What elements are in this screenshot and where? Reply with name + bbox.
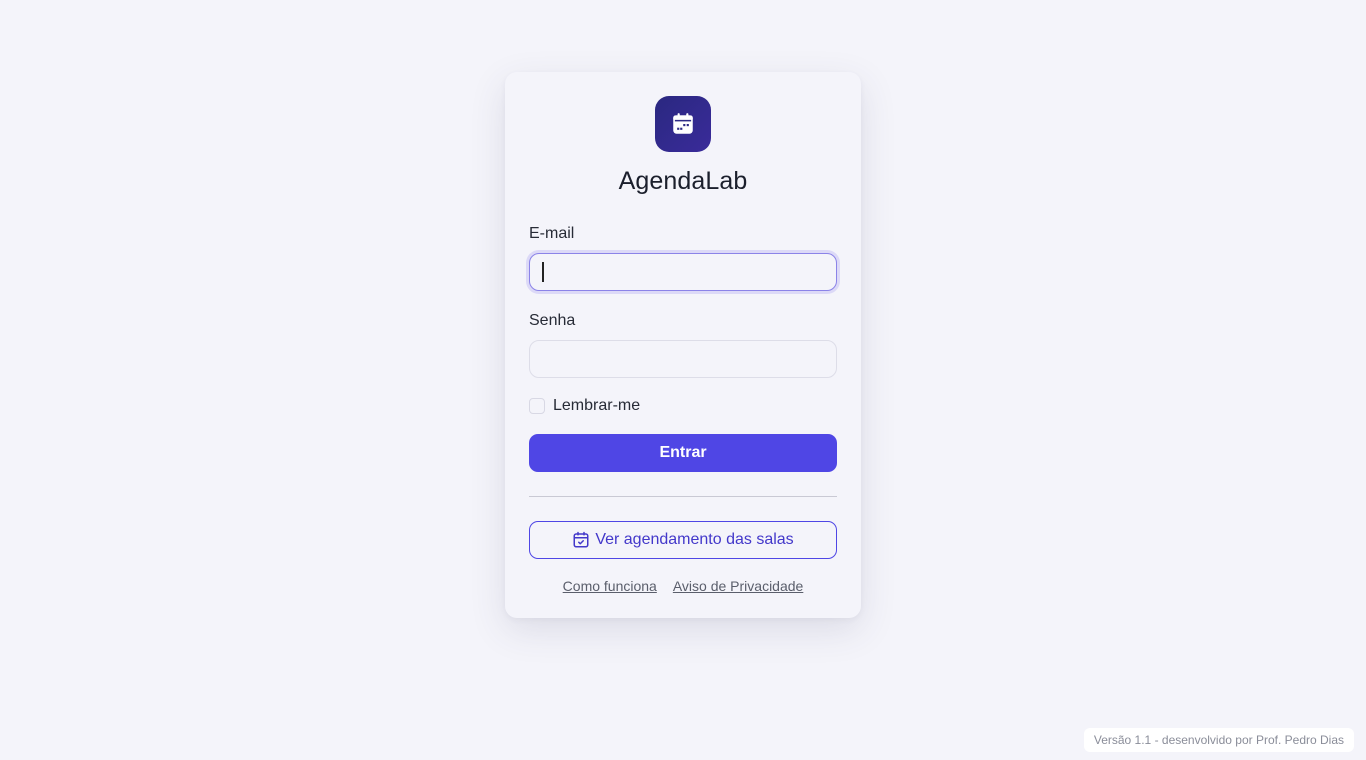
login-button[interactable]: Entrar [529, 434, 837, 472]
email-label: E-mail [529, 225, 575, 242]
app-logo [655, 96, 711, 152]
remember-me-checkbox[interactable] [529, 398, 545, 414]
login-card: AgendaLab E-mail Senha Lembrar-me Entrar… [505, 72, 861, 618]
view-schedule-label: Ver agendamento das salas [595, 531, 794, 548]
privacy-notice-link[interactable]: Aviso de Privacidade [673, 578, 803, 594]
calendar-icon [673, 113, 693, 134]
app-title: AgendaLab [618, 167, 748, 195]
remember-me-row[interactable]: Lembrar-me [529, 397, 837, 415]
footer-links: Como funciona Aviso de Privacidade [529, 578, 837, 594]
password-field[interactable] [529, 340, 837, 378]
view-schedule-button[interactable]: Ver agendamento das salas [529, 521, 837, 559]
remember-me-label: Lembrar-me [553, 397, 641, 414]
email-field[interactable] [529, 253, 837, 291]
password-label: Senha [529, 312, 576, 329]
how-it-works-link[interactable]: Como funciona [563, 578, 657, 594]
text-caret [542, 262, 544, 282]
divider [529, 496, 837, 497]
version-footer: Versão 1.1 - desenvolvido por Prof. Pedr… [1083, 728, 1354, 752]
calendar-check-icon [572, 531, 590, 549]
